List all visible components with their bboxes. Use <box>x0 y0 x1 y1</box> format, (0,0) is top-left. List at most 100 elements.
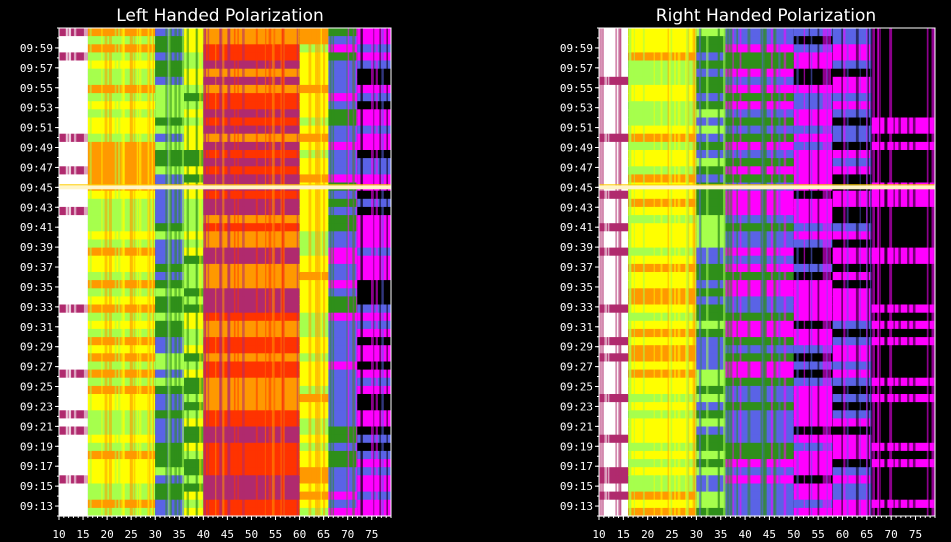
x-tick-label: 25 <box>665 528 678 541</box>
heatmap-cell <box>871 198 935 208</box>
heatmap-cell <box>203 304 300 314</box>
y-tick-label: 09:23 <box>20 400 53 413</box>
heatmap-cell <box>871 304 935 314</box>
heatmap-cell <box>725 198 794 208</box>
heatmap-streak <box>255 28 258 516</box>
heatmap-cell <box>59 223 88 232</box>
spectrogram-panel-right: Right Handed Polarization 09:13 09:15 09:17… <box>560 6 936 541</box>
heatmap-cell <box>832 320 872 330</box>
heatmap-cell <box>725 385 794 395</box>
heatmap-cell <box>832 36 872 45</box>
y-tick-label: 09:47 <box>560 161 593 174</box>
x-tick-label: 20 <box>641 528 654 541</box>
heatmap-cell <box>832 312 872 322</box>
heatmap-streak <box>723 28 726 516</box>
heatmap-cell <box>871 150 935 159</box>
heatmap-cell <box>832 76 872 86</box>
heatmap-cell <box>832 377 872 387</box>
heatmap-cell <box>203 272 300 281</box>
heatmap-cell <box>59 442 88 452</box>
heatmap-cell <box>871 459 935 468</box>
heatmap-cell <box>59 255 88 265</box>
heatmap-streak <box>178 28 181 516</box>
heatmap-cell <box>871 426 935 436</box>
heatmap-streak <box>747 28 751 516</box>
heatmap-cell <box>59 141 88 151</box>
heatmap-cell <box>59 394 88 403</box>
x-tick-label: 45 <box>221 528 234 541</box>
heatmap-streak <box>907 28 910 516</box>
heatmap-streak <box>732 28 734 516</box>
heatmap-cell <box>832 410 872 419</box>
heatmap-streak <box>138 28 142 516</box>
heatmap-cell <box>832 345 872 354</box>
y-tick-label: 09:21 <box>560 420 593 433</box>
y-tick-label: 09:15 <box>560 480 593 493</box>
heatmap-cell <box>203 247 300 257</box>
x-tick-label: 75 <box>365 528 378 541</box>
y-tick-label: 09:29 <box>20 341 53 354</box>
heatmap-streak <box>379 28 381 516</box>
chart-title: Right Handed Polarization <box>656 6 876 26</box>
heatmap-cell <box>725 418 794 428</box>
heatmap-streak <box>108 28 112 516</box>
heatmap-streak <box>371 28 374 516</box>
heatmap-cell <box>725 190 794 200</box>
heatmap-cell <box>725 377 794 387</box>
heatmap-cell <box>871 68 935 78</box>
heatmap-cell <box>832 361 872 371</box>
heatmap-cell <box>203 36 300 45</box>
heatmap-streak <box>83 28 87 516</box>
heatmap-cell <box>725 68 794 78</box>
heatmap-streak <box>265 28 267 516</box>
heatmap-cell <box>871 231 935 240</box>
heatmap-streak <box>296 28 299 516</box>
heatmap-cell <box>725 304 794 314</box>
heatmap-cell <box>203 394 300 403</box>
heatmap-cells <box>59 28 391 517</box>
heatmap-cell <box>203 198 300 208</box>
y-tick-label: 09:35 <box>560 281 593 294</box>
x-tick-label: 55 <box>269 528 282 541</box>
heatmap-cell <box>203 52 300 62</box>
heatmap-cell <box>871 491 935 501</box>
x-tick-label: 40 <box>197 528 210 541</box>
heatmap-streak <box>931 28 935 516</box>
heatmap-streak <box>615 28 618 516</box>
heatmap-streak <box>169 28 172 516</box>
heatmap-cell <box>832 223 872 232</box>
heatmap-cell <box>203 206 300 216</box>
heatmap-streak <box>329 28 332 516</box>
heatmap-cell <box>59 174 88 184</box>
y-tick-label: 09:37 <box>20 261 53 274</box>
heatmap-cell <box>725 450 794 460</box>
heatmap-cell <box>203 288 300 297</box>
heatmap-cell <box>203 158 300 167</box>
heatmap-cell <box>871 263 935 273</box>
x-tick-label: 75 <box>909 528 922 541</box>
x-tick-label: 15 <box>617 528 630 541</box>
heatmap-cell <box>725 125 794 135</box>
heatmap-cell <box>725 117 794 127</box>
heatmap-streak <box>66 28 68 516</box>
heatmap-cell <box>59 198 88 208</box>
heatmap-cell <box>725 483 794 493</box>
heatmap-cell <box>59 507 88 517</box>
x-tick-label: 20 <box>100 528 113 541</box>
heatmap-cell <box>725 312 794 322</box>
heatmap-cell <box>725 239 794 249</box>
heatmap-cell <box>59 385 88 395</box>
heatmap-cell <box>871 44 935 53</box>
heatmap-cell <box>203 68 300 78</box>
heatmap-cell <box>871 288 935 297</box>
y-tick-label: 09:27 <box>20 361 53 374</box>
heatmap-cell <box>59 280 88 289</box>
heatmap-streak <box>346 28 348 516</box>
heatmap-streak <box>199 28 202 516</box>
x-tick-label: 40 <box>738 528 751 541</box>
heatmap-cell <box>725 345 794 354</box>
heatmap-cell <box>871 467 935 476</box>
heatmap-streak <box>889 28 893 516</box>
heatmap-cell <box>725 410 794 419</box>
heatmap-streak <box>101 28 103 516</box>
